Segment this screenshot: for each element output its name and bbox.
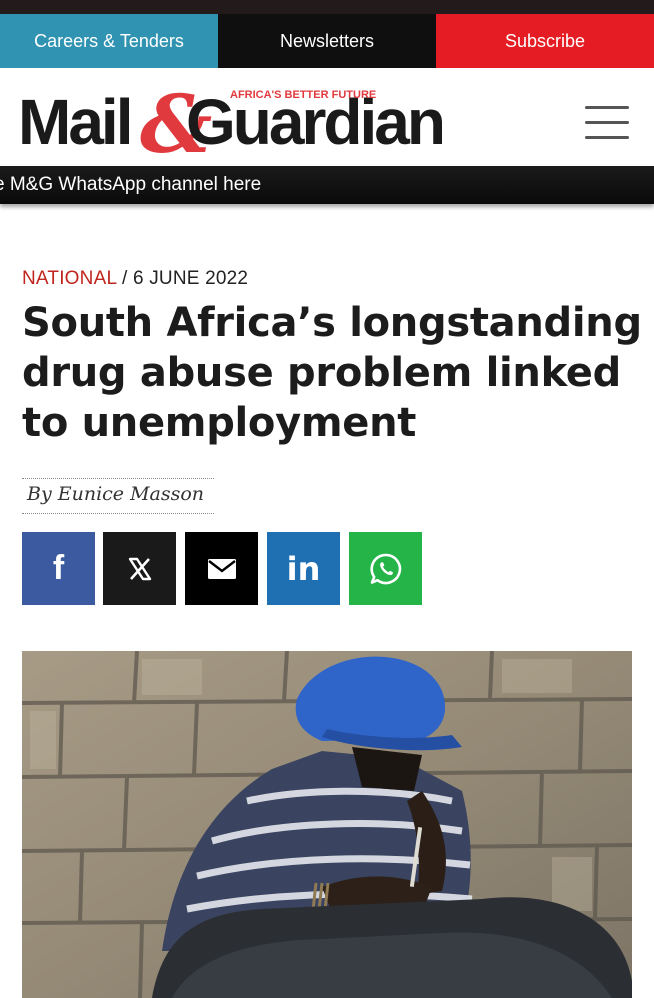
- x-icon: [128, 557, 151, 580]
- hero-image: [22, 651, 632, 998]
- article-meta: NATIONAL / 6 JUNE 2022: [22, 268, 248, 290]
- hamburger-menu-icon[interactable]: [585, 104, 631, 140]
- article-headline: South Africa’s longstanding drug abuse p…: [22, 300, 642, 446]
- masthead: Mail & Guardian AFRICA'S BETTER FUTURE: [0, 68, 654, 166]
- byline[interactable]: By Eunice Masson: [22, 478, 214, 514]
- mail-guardian-logo[interactable]: Mail & Guardian AFRICA'S BETTER FUTURE: [18, 82, 478, 154]
- share-facebook-button[interactable]: f: [22, 532, 95, 605]
- top-nav: Careers & Tenders Newsletters Subscribe: [0, 14, 654, 68]
- share-x-button[interactable]: [103, 532, 176, 605]
- whatsapp-icon: [369, 553, 401, 584]
- envelope-icon: [207, 558, 236, 579]
- article-hero-photo[interactable]: [22, 651, 632, 998]
- logo-mail-text: Mail: [18, 86, 130, 154]
- share-email-button[interactable]: [185, 532, 258, 605]
- ticker-link[interactable]: e M&G WhatsApp channel here: [0, 174, 261, 196]
- category-link[interactable]: NATIONAL: [22, 268, 117, 289]
- share-linkedin-button[interactable]: in: [267, 532, 340, 605]
- top-strip: [0, 0, 654, 14]
- logo-tagline: AFRICA'S BETTER FUTURE: [230, 89, 376, 101]
- whatsapp-channel-ticker: e M&G WhatsApp channel here: [0, 166, 654, 204]
- newsletters-link[interactable]: Newsletters: [218, 14, 436, 68]
- subscribe-link[interactable]: Subscribe: [436, 14, 654, 68]
- share-whatsapp-button[interactable]: [349, 532, 422, 605]
- meta-separator: /: [122, 268, 128, 289]
- facebook-icon: f: [52, 549, 65, 587]
- publish-date: 6 JUNE 2022: [132, 268, 249, 289]
- careers-tenders-link[interactable]: Careers & Tenders: [0, 14, 218, 68]
- linkedin-icon: in: [286, 549, 321, 588]
